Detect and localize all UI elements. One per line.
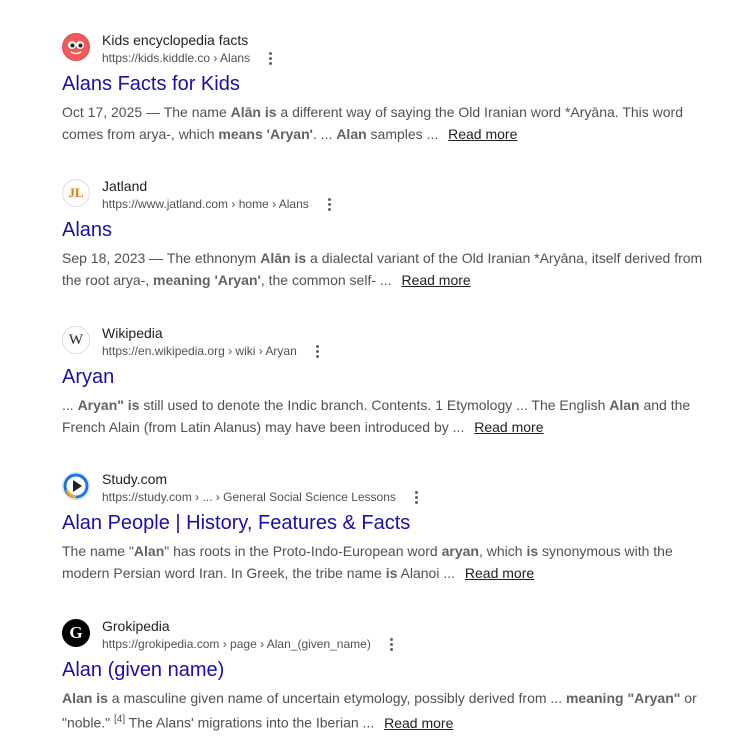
more-options-icon[interactable] (311, 343, 325, 359)
result-title-link[interactable]: Alan People | History, Features & Facts (62, 510, 410, 536)
result-url-text[interactable]: https://www.jatland.com › home › Alans (102, 196, 309, 212)
grokipedia-g-text: G (69, 623, 83, 642)
snippet-bold-text: is (526, 543, 539, 559)
more-options-icon[interactable] (410, 489, 424, 505)
more-options-icon[interactable] (264, 50, 278, 66)
read-more-link[interactable]: Read more (384, 715, 453, 731)
result-title-link[interactable]: Alan (given name) (62, 657, 224, 683)
snippet-bold-text: aryan (441, 543, 479, 559)
result-site-name: Grokipedia (102, 618, 170, 634)
result-site-name: Wikipedia (102, 325, 163, 341)
snippet-bold-text: meaning 'Aryan' (153, 272, 261, 288)
study-play-icon (62, 472, 90, 500)
snippet-bold-text: is (385, 565, 398, 581)
grokipedia-g-icon: G (62, 619, 90, 647)
result-site-name: Kids encyclopedia facts (102, 32, 249, 48)
result-snippet: Oct 17, 2025 — The name Alān is a differ… (62, 101, 722, 145)
wikipedia-w-text: W (68, 331, 84, 348)
result-snippet: The name "Alan" has roots in the Proto-I… (62, 540, 722, 584)
more-options-icon[interactable] (385, 636, 399, 652)
result-url[interactable]: https://www.jatland.com › home › Alans (102, 196, 337, 212)
snippet-text: , the common self- ... (260, 272, 396, 288)
snippet-bold-text: Alan (336, 126, 367, 142)
snippet-bold-text: Alan (609, 397, 640, 413)
result-title-link[interactable]: Alans Facts for Kids (62, 71, 240, 97)
result-url-text[interactable]: https://kids.kiddle.co › Alans (102, 50, 250, 66)
snippet-bold-text: Alan (133, 543, 165, 559)
snippet-bold-text: Alan is (62, 690, 108, 706)
snippet-text: still used to denote the Indic branch. C… (139, 397, 610, 413)
snippet-text: [4] (113, 714, 126, 725)
snippet-text: . ... (312, 126, 337, 142)
more-options-icon[interactable] (323, 196, 337, 212)
snippet-bold-text: means 'Aryan' (218, 126, 313, 142)
snippet-text: " has roots in the Proto-Indo-European w… (164, 543, 442, 559)
snippet-bold-text: Alān is (260, 250, 307, 266)
result-url[interactable]: https://kids.kiddle.co › Alans (102, 50, 278, 66)
snippet-text: The Alans' migrations into the Iberian .… (125, 714, 379, 731)
result-site-name: Study.com (102, 471, 168, 487)
snippet-text: samples ... (366, 126, 443, 142)
snippet-bold-text: Aryan" is (77, 397, 140, 413)
result-url[interactable]: https://grokipedia.com › page › Alan_(gi… (102, 636, 399, 652)
snippet-text: Sep 18, 2023 — The ethnonym (62, 250, 261, 266)
read-more-link[interactable]: Read more (401, 272, 470, 288)
result-url-text[interactable]: https://grokipedia.com › page › Alan_(gi… (102, 636, 371, 652)
snippet-text: Alanoi ... (397, 565, 459, 581)
result-title-link[interactable]: Alans (62, 217, 112, 243)
jatland-jl-text: JL (68, 185, 84, 200)
result-title-link[interactable]: Aryan (62, 364, 114, 390)
result-snippet: ... Aryan" is still used to denote the I… (62, 394, 722, 438)
snippet-text: The name " (62, 543, 134, 559)
kiddle-face-icon (62, 33, 90, 61)
result-site-name: Jatland (102, 178, 148, 194)
snippet-text: , which (478, 543, 527, 559)
snippet-bold-text: Alān is (230, 104, 277, 120)
result-url-text[interactable]: https://study.com › ... › General Social… (102, 489, 396, 505)
snippet-text: Oct 17, 2025 — The name (62, 104, 231, 120)
read-more-link[interactable]: Read more (448, 126, 517, 142)
snippet-bold-text: meaning "Aryan" (565, 690, 681, 706)
snippet-text: ... (62, 397, 78, 413)
result-url-text[interactable]: https://en.wikipedia.org › wiki › Aryan (102, 343, 297, 359)
jatland-jl-icon: JL (62, 179, 90, 207)
result-snippet: Alan is a masculine given name of uncert… (62, 687, 722, 734)
result-url[interactable]: https://en.wikipedia.org › wiki › Aryan (102, 343, 325, 359)
result-snippet: Sep 18, 2023 — The ethnonym Alān is a di… (62, 247, 722, 291)
snippet-text: a masculine given name of uncertain etym… (107, 690, 566, 706)
result-url[interactable]: https://study.com › ... › General Social… (102, 489, 424, 505)
read-more-link[interactable]: Read more (465, 565, 534, 581)
wikipedia-w-icon: W (62, 326, 90, 354)
read-more-link[interactable]: Read more (474, 419, 543, 435)
